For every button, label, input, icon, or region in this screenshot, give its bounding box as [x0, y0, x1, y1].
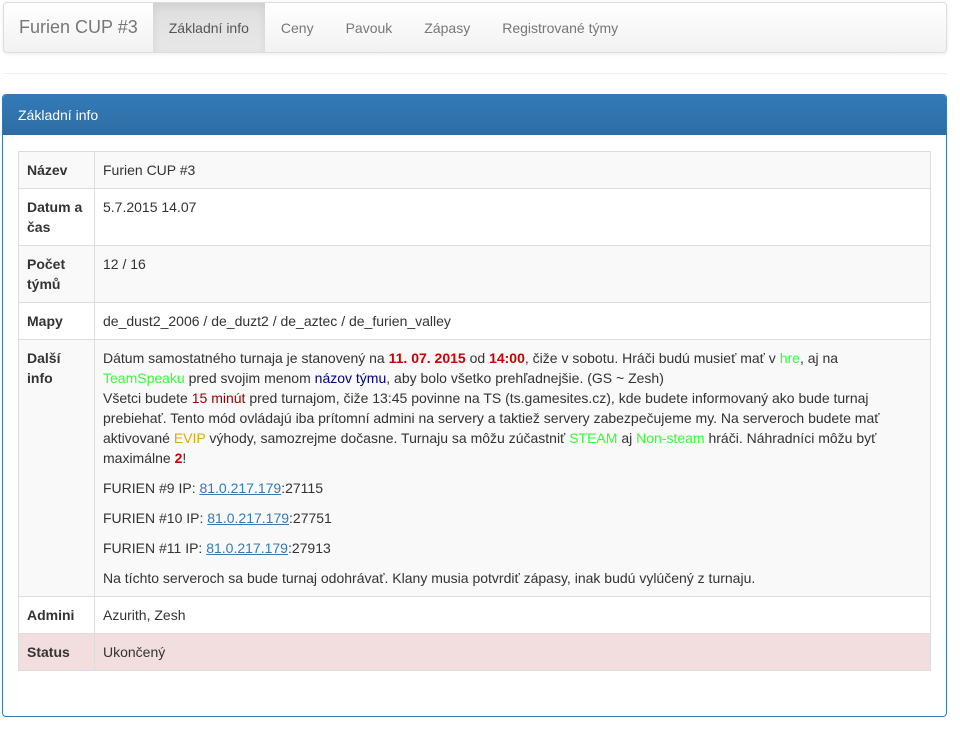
tab-ceny[interactable]: Ceny: [265, 3, 330, 52]
info-text: , aj na: [799, 350, 839, 366]
info-text: Dátum samostatného turnaja je stanovený …: [103, 350, 389, 366]
info-text: výhody, samozrejme dočasne. Turnaju sa m…: [205, 430, 570, 446]
row-label: Mapy: [18, 302, 95, 340]
info-hre: hre: [779, 350, 800, 366]
server-ip-link[interactable]: 81.0.217.179: [199, 480, 281, 496]
server-label: FURIEN #9 IP:: [103, 480, 200, 496]
info-evip: EVIP: [173, 430, 206, 446]
row-value: Azurith, Zesh: [94, 596, 931, 634]
row-label: Počet týmů: [18, 245, 95, 303]
table-row: Datum a čas 5.7.2015 14.07: [18, 188, 931, 246]
tab-zapasy[interactable]: Zápasy: [408, 3, 486, 52]
server-port: :27913: [287, 540, 331, 556]
info-table: Název Furien CUP #3 Datum a čas 5.7.2015…: [18, 151, 931, 671]
table-row: Admini Azurith, Zesh: [18, 596, 931, 634]
table-row: Další info Dátum samostatného turnaja je…: [18, 339, 931, 597]
server-line: FURIEN #9 IP: 81.0.217.179:27115: [103, 478, 922, 498]
brand-link[interactable]: Furien CUP #3: [4, 3, 153, 52]
info-text: Všetci budete: [103, 390, 192, 406]
info-panel: Základní info Název Furien CUP #3 Datum …: [2, 94, 947, 717]
info-steam: STEAM: [569, 430, 618, 446]
server-line: FURIEN #10 IP: 81.0.217.179:27751: [103, 508, 922, 528]
info-paragraph: Dátum samostatného turnaja je stanovený …: [103, 348, 922, 468]
info-date: 11. 07. 2015: [388, 350, 466, 366]
table-row: Počet týmů 12 / 16: [18, 245, 931, 303]
table-row-status: Status Ukončený: [18, 633, 931, 671]
server-ip-link[interactable]: 81.0.217.179: [207, 510, 289, 526]
row-value: Furien CUP #3: [94, 151, 931, 189]
row-label: Další info: [18, 339, 95, 597]
tab-registrovane-tymy[interactable]: Registrované týmy: [486, 3, 634, 52]
server-ip-link[interactable]: 81.0.217.179: [206, 540, 288, 556]
server-port: :27751: [289, 510, 332, 526]
info-text: , čiže v sobotu. Hráči budú musieť mať v: [524, 350, 780, 366]
info-time: 14:00: [489, 350, 525, 366]
info-footer: Na tíchto serveroch sa bude turnaj odohr…: [103, 570, 756, 586]
info-minut: 15 minút: [191, 390, 246, 406]
server-label: FURIEN #10 IP:: [103, 510, 208, 526]
info-cell: Dátum samostatného turnaja je stanovený …: [94, 339, 931, 597]
table-row: Název Furien CUP #3: [18, 151, 931, 189]
row-value: 12 / 16: [94, 245, 931, 303]
tab-pavouk[interactable]: Pavouk: [330, 3, 409, 52]
info-teamspeak: TeamSpeaku: [103, 370, 185, 386]
info-text: od: [465, 350, 490, 366]
navbar: Furien CUP #3 Základní info Ceny Pavouk …: [3, 2, 947, 53]
tab-zakladni-info[interactable]: Základní info: [152, 3, 265, 52]
server-port: :27115: [281, 480, 323, 496]
info-text: !: [182, 450, 187, 466]
row-label: Status: [18, 633, 95, 671]
server-label: FURIEN #11 IP:: [103, 540, 207, 556]
info-text: aj: [617, 430, 637, 446]
table-row: Mapy de_dust2_2006 / de_duzt2 / de_aztec…: [18, 302, 931, 340]
row-value: 5.7.2015 14.07: [94, 188, 931, 246]
row-label: Admini: [18, 596, 95, 634]
info-nazov: názov týmu: [314, 370, 387, 386]
row-label: Datum a čas: [18, 188, 95, 246]
info-text: pred svojim menom: [184, 370, 315, 386]
divider: [3, 73, 947, 74]
row-value: de_dust2_2006 / de_duzt2 / de_aztec / de…: [94, 302, 931, 340]
server-line: FURIEN #11 IP: 81.0.217.179:27913: [103, 538, 922, 558]
info-text: , aby bolo všetko prehľadnejšie. (GS ~ Z…: [386, 370, 664, 386]
info-nonsteam: Non-steam: [636, 430, 705, 446]
panel-title: Základní info: [3, 95, 946, 135]
row-label: Název: [18, 151, 95, 189]
status-value: Ukončený: [94, 633, 931, 671]
